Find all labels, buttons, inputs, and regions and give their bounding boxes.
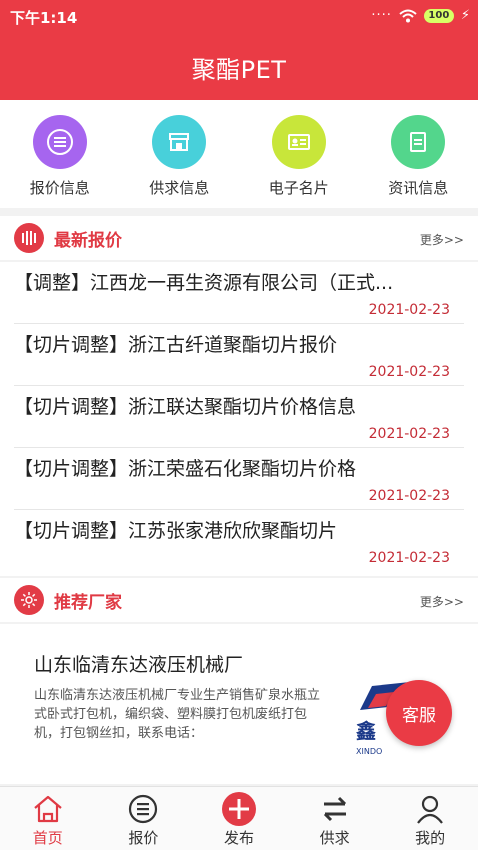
- tab-supply[interactable]: 供求: [287, 787, 383, 850]
- quick-nav: 报价信息 供求信息 电子名片 资讯信息: [0, 100, 478, 208]
- section-title: 最新报价: [54, 230, 122, 251]
- price-date: 2021-02-23: [368, 550, 450, 566]
- sun-icon: [14, 585, 44, 615]
- signal-icon: ····: [371, 8, 392, 23]
- quick-nav-label: 资讯信息: [388, 179, 449, 197]
- app-header: 下午1:14 ···· 100 ⚡ 聚酯PET: [0, 0, 478, 100]
- list-item[interactable]: 【切片调整】浙江联达聚酯切片价格信息 2021-02-23: [14, 386, 464, 448]
- swap-icon: [317, 791, 353, 827]
- tab-label: 首页: [32, 829, 63, 847]
- status-indicators: ···· 100 ⚡: [371, 8, 470, 23]
- price-date: 2021-02-23: [368, 302, 450, 318]
- tab-label: 报价: [128, 829, 159, 847]
- quick-nav-label: 报价信息: [29, 179, 90, 197]
- list-icon: [125, 791, 161, 827]
- price-list: 【调整】江西龙一再生资源有限公司（正式... 2021-02-23 【切片调整】…: [0, 262, 478, 576]
- tab-price[interactable]: 报价: [96, 787, 192, 850]
- tab-label: 我的: [415, 829, 446, 847]
- plus-icon: [221, 791, 257, 827]
- price-more-link[interactable]: 更多>>: [420, 231, 464, 248]
- battery-icon: 100: [423, 8, 454, 23]
- price-date: 2021-02-23: [368, 426, 450, 442]
- tab-label: 供求: [319, 829, 350, 847]
- list-item[interactable]: 【切片调整】江苏张家港欣欣聚酯切片 2021-02-23: [14, 510, 464, 572]
- status-bar: 下午1:14 ···· 100 ⚡: [0, 0, 478, 34]
- quick-nav-label: 电子名片: [268, 179, 329, 197]
- factory-section-header: 推荐厂家 更多>>: [0, 578, 478, 622]
- tab-home[interactable]: 首页: [0, 787, 96, 850]
- bars-icon: [14, 223, 44, 253]
- quick-nav-price[interactable]: 报价信息: [0, 100, 120, 208]
- price-title: 【调整】江西龙一再生资源有限公司（正式...: [14, 272, 394, 294]
- factory-logo-mark: 鑫: [356, 719, 376, 743]
- quick-nav-label: 供求信息: [149, 179, 210, 197]
- user-icon: [412, 791, 448, 827]
- list-item[interactable]: 【切片调整】浙江古纤道聚酯切片报价 2021-02-23: [14, 324, 464, 386]
- home-icon: [30, 791, 66, 827]
- price-title: 【切片调整】江苏张家港欣欣聚酯切片: [14, 520, 338, 542]
- price-title: 【切片调整】浙江联达聚酯切片价格信息: [14, 396, 357, 418]
- list-item[interactable]: 【切片调整】浙江荣盛石化聚酯切片价格 2021-02-23: [14, 448, 464, 510]
- section-title: 推荐厂家: [54, 592, 122, 613]
- tab-publish[interactable]: 发布: [191, 787, 287, 850]
- price-section-header: 最新报价 更多>>: [0, 216, 478, 260]
- quick-nav-supply[interactable]: 供求信息: [120, 100, 240, 208]
- bottom-tabbar: 首页 报价 发布 供求 我的: [0, 786, 478, 850]
- price-date: 2021-02-23: [368, 364, 450, 380]
- factory-more-link[interactable]: 更多>>: [420, 593, 464, 610]
- charging-icon: ⚡: [460, 8, 470, 23]
- tab-label: 发布: [223, 829, 254, 847]
- price-date: 2021-02-23: [368, 488, 450, 504]
- business-card-icon: [271, 115, 326, 169]
- quick-nav-card[interactable]: 电子名片: [239, 100, 359, 208]
- list-item[interactable]: 【调整】江西龙一再生资源有限公司（正式... 2021-02-23: [14, 262, 464, 324]
- factory-name: 山东临清东达液压机械厂: [34, 654, 244, 676]
- document-icon: [391, 115, 446, 169]
- status-time: 下午1:14: [10, 9, 78, 27]
- factory-logo-sub: XINDO: [356, 747, 382, 756]
- tab-mine[interactable]: 我的: [382, 787, 478, 850]
- list-icon: [32, 115, 87, 169]
- store-icon: [152, 115, 207, 169]
- price-title: 【切片调整】浙江古纤道聚酯切片报价: [14, 334, 338, 356]
- page-title: 聚酯PET: [191, 56, 287, 84]
- price-title: 【切片调整】浙江荣盛石化聚酯切片价格: [14, 458, 357, 480]
- wifi-icon: [399, 9, 417, 22]
- customer-service-button[interactable]: 客服: [386, 680, 452, 746]
- factory-description: 山东临清东达液压机械厂专业生产销售矿泉水瓶立式卧式打包机，编织袋、塑料膜打包机废…: [34, 688, 321, 741]
- quick-nav-news[interactable]: 资讯信息: [359, 100, 478, 208]
